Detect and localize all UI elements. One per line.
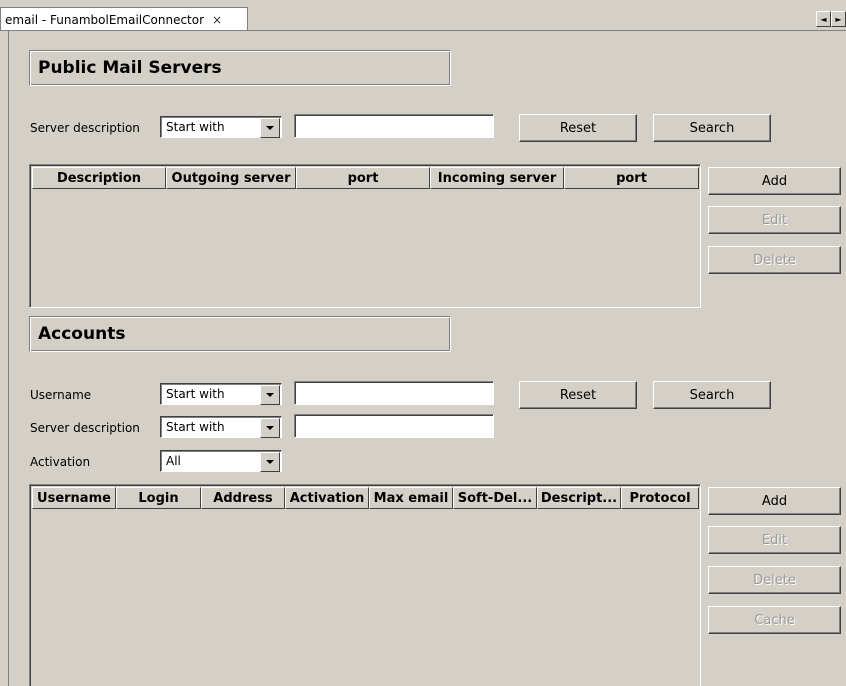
- chevron-down-icon[interactable]: [260, 452, 280, 472]
- server-description-mode-select[interactable]: Start with: [160, 116, 282, 138]
- scroll-left-icon[interactable]: ◄: [816, 11, 831, 27]
- tab-title: email - FunambolEmailConnector: [5, 12, 205, 27]
- panel-border: [8, 31, 9, 686]
- column-header-activation[interactable]: Activation: [285, 487, 369, 509]
- column-header-incoming-server[interactable]: Incoming server: [430, 167, 564, 189]
- chevron-down-icon[interactable]: [260, 118, 280, 138]
- accounts-search-button[interactable]: Search: [653, 381, 771, 409]
- username-input[interactable]: [294, 381, 494, 405]
- tab-scroll-buttons: ◄ ►: [816, 11, 846, 27]
- column-header-outgoing-server[interactable]: Outgoing server: [166, 167, 296, 189]
- column-header-username[interactable]: Username: [32, 487, 116, 509]
- accounts-edit-button[interactable]: Edit: [708, 526, 841, 554]
- tab-email-connector[interactable]: email - FunambolEmailConnector ×: [0, 7, 248, 31]
- accounts-title: Accounts: [38, 324, 126, 344]
- column-header-description[interactable]: Descript...: [537, 487, 621, 509]
- public-servers-search-button[interactable]: Search: [653, 114, 771, 142]
- column-header-soft-delete[interactable]: Soft-Del...: [453, 487, 537, 509]
- chevron-down-icon[interactable]: [260, 418, 280, 438]
- column-header-max-email[interactable]: Max email: [369, 487, 453, 509]
- column-header-address[interactable]: Address: [201, 487, 285, 509]
- column-header-incoming-port[interactable]: port: [564, 167, 699, 189]
- username-mode-value: Start with: [166, 387, 225, 401]
- column-header-protocol[interactable]: Protocol: [621, 487, 699, 509]
- column-header-login[interactable]: Login: [116, 487, 201, 509]
- public-servers-edit-button[interactable]: Edit: [708, 206, 841, 234]
- username-label: Username: [30, 388, 92, 402]
- scroll-right-icon[interactable]: ►: [831, 11, 846, 27]
- activation-value: All: [166, 454, 181, 468]
- server-description-mode-value: Start with: [166, 120, 225, 134]
- public-servers-delete-button[interactable]: Delete: [708, 246, 841, 274]
- public-servers-header: Public Mail Servers: [29, 50, 451, 86]
- public-servers-table[interactable]: Description Outgoing server port Incomin…: [29, 164, 701, 308]
- accounts-header: Accounts: [29, 316, 451, 352]
- server-description-input[interactable]: [294, 114, 494, 138]
- accounts-reset-button[interactable]: Reset: [519, 381, 637, 409]
- column-header-description[interactable]: Description: [32, 167, 166, 189]
- public-servers-reset-button[interactable]: Reset: [519, 114, 637, 142]
- accounts-server-description-mode-select[interactable]: Start with: [160, 416, 282, 438]
- accounts-table-header: Username Login Address Activation Max em…: [32, 487, 699, 509]
- close-icon[interactable]: ×: [212, 13, 222, 27]
- accounts-server-description-input[interactable]: [294, 414, 494, 438]
- public-servers-title: Public Mail Servers: [38, 58, 222, 78]
- accounts-table[interactable]: Username Login Address Activation Max em…: [29, 484, 701, 686]
- column-header-outgoing-port[interactable]: port: [296, 167, 430, 189]
- public-servers-add-button[interactable]: Add: [708, 167, 841, 195]
- chevron-down-icon[interactable]: [260, 385, 280, 405]
- username-mode-select[interactable]: Start with: [160, 383, 282, 405]
- activation-label: Activation: [30, 455, 91, 469]
- accounts-add-button[interactable]: Add: [708, 487, 841, 515]
- accounts-cache-button[interactable]: Cache: [708, 606, 841, 634]
- accounts-delete-button[interactable]: Delete: [708, 566, 841, 594]
- activation-select[interactable]: All: [160, 450, 282, 472]
- server-description-label: Server description: [30, 121, 140, 135]
- public-servers-table-header: Description Outgoing server port Incomin…: [32, 167, 699, 189]
- accounts-server-description-label: Server description: [30, 421, 140, 435]
- tab-divider: [0, 30, 846, 31]
- accounts-server-description-mode-value: Start with: [166, 420, 225, 434]
